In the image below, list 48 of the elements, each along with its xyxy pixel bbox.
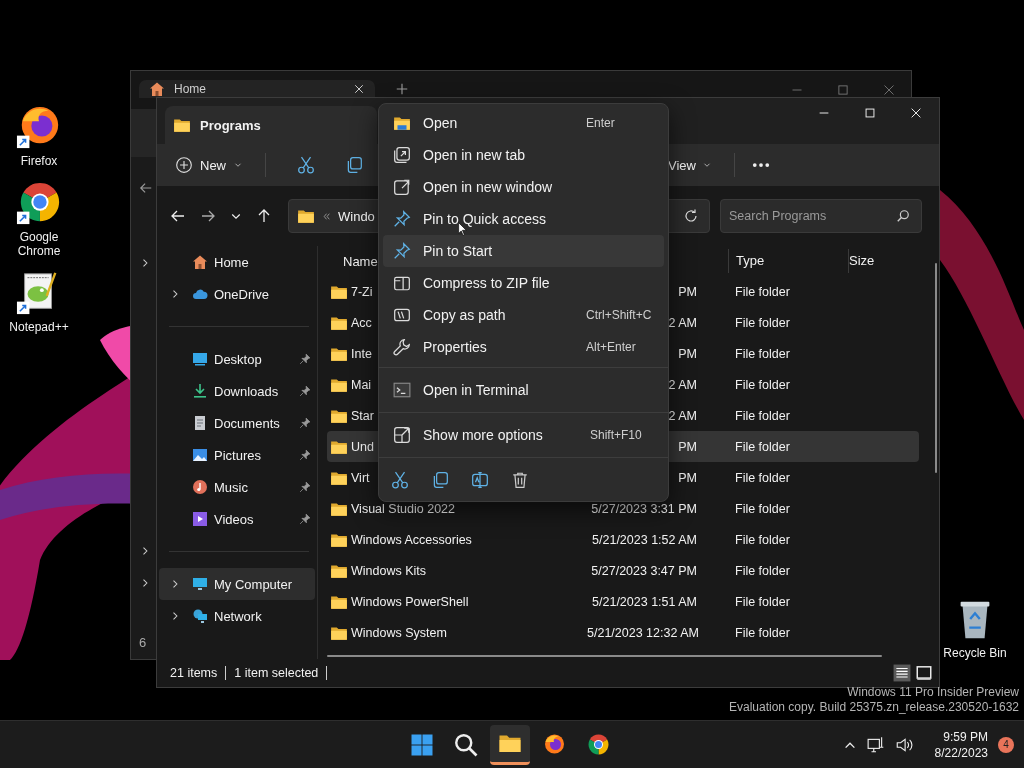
edition-notice-text: Evaluation copy. Build 25375.zn_release.230520-1632: [729, 700, 1019, 715]
date-text: 2 AM: [668, 408, 697, 423]
address-path: Windo: [338, 208, 375, 224]
date-text: 2 AM: [668, 377, 697, 392]
shortcut-text: Enter: [586, 116, 616, 130]
file-name: Und: [351, 439, 374, 454]
type-text: File folder: [735, 501, 790, 516]
file-name: 7-Zi: [351, 284, 373, 299]
date-text: 5/21/2023 12:32 AM: [587, 625, 699, 640]
file-name: Windows System: [351, 625, 447, 640]
date-text: PM: [678, 346, 697, 361]
edition-notice-text: Windows 11 Pro Insider Preview: [846, 685, 1019, 700]
date-text: 5/21/2023 1:51 AM: [592, 594, 697, 609]
date-text: 5/27/2023 3:47 PM: [591, 563, 697, 578]
type-text: File folder: [735, 315, 790, 330]
file-name: Mai: [351, 377, 372, 392]
tab-title: Home: [174, 82, 207, 96]
type-text: File folder: [735, 439, 790, 454]
shortcut-text: Ctrl+Shift+C: [586, 308, 653, 322]
file-name: Acc: [351, 315, 372, 330]
type-text: File folder: [735, 594, 790, 609]
type-text: File folder: [735, 532, 790, 547]
file-name: Visual Studio 2022: [351, 501, 456, 516]
type-text: File folder: [735, 625, 790, 640]
date-text: 5/21/2023 1:52 AM: [592, 532, 697, 547]
file-name: Inte: [351, 346, 372, 361]
type-text: File folder: [735, 377, 790, 392]
type-text: File folder: [735, 284, 790, 299]
date-text: PM: [678, 470, 697, 485]
date-text: PM: [678, 284, 697, 299]
type-text: File folder: [735, 563, 790, 578]
date-text: 2 AM: [668, 315, 697, 330]
type-text: File folder: [735, 346, 790, 361]
date-text: 5/27/2023 3:31 PM: [591, 501, 697, 516]
file-name: Windows Accessories: [351, 532, 472, 547]
selection-count: 1 item selected: [234, 666, 319, 680]
type-text: File folder: [735, 470, 790, 485]
file-name: Virt: [351, 470, 370, 485]
tab-title: Programs: [200, 117, 261, 133]
file-name: Windows Kits: [351, 563, 427, 578]
item-count: 21 items: [170, 666, 218, 680]
type-text: File folder: [735, 408, 790, 423]
file-name: Star: [351, 408, 374, 423]
status-text: 6: [139, 635, 148, 650]
shortcut-text: Alt+Enter: [586, 340, 637, 354]
shortcut-text: Shift+F10: [590, 428, 643, 442]
file-name: Windows PowerShell: [351, 594, 469, 609]
date-text: PM: [678, 439, 697, 454]
